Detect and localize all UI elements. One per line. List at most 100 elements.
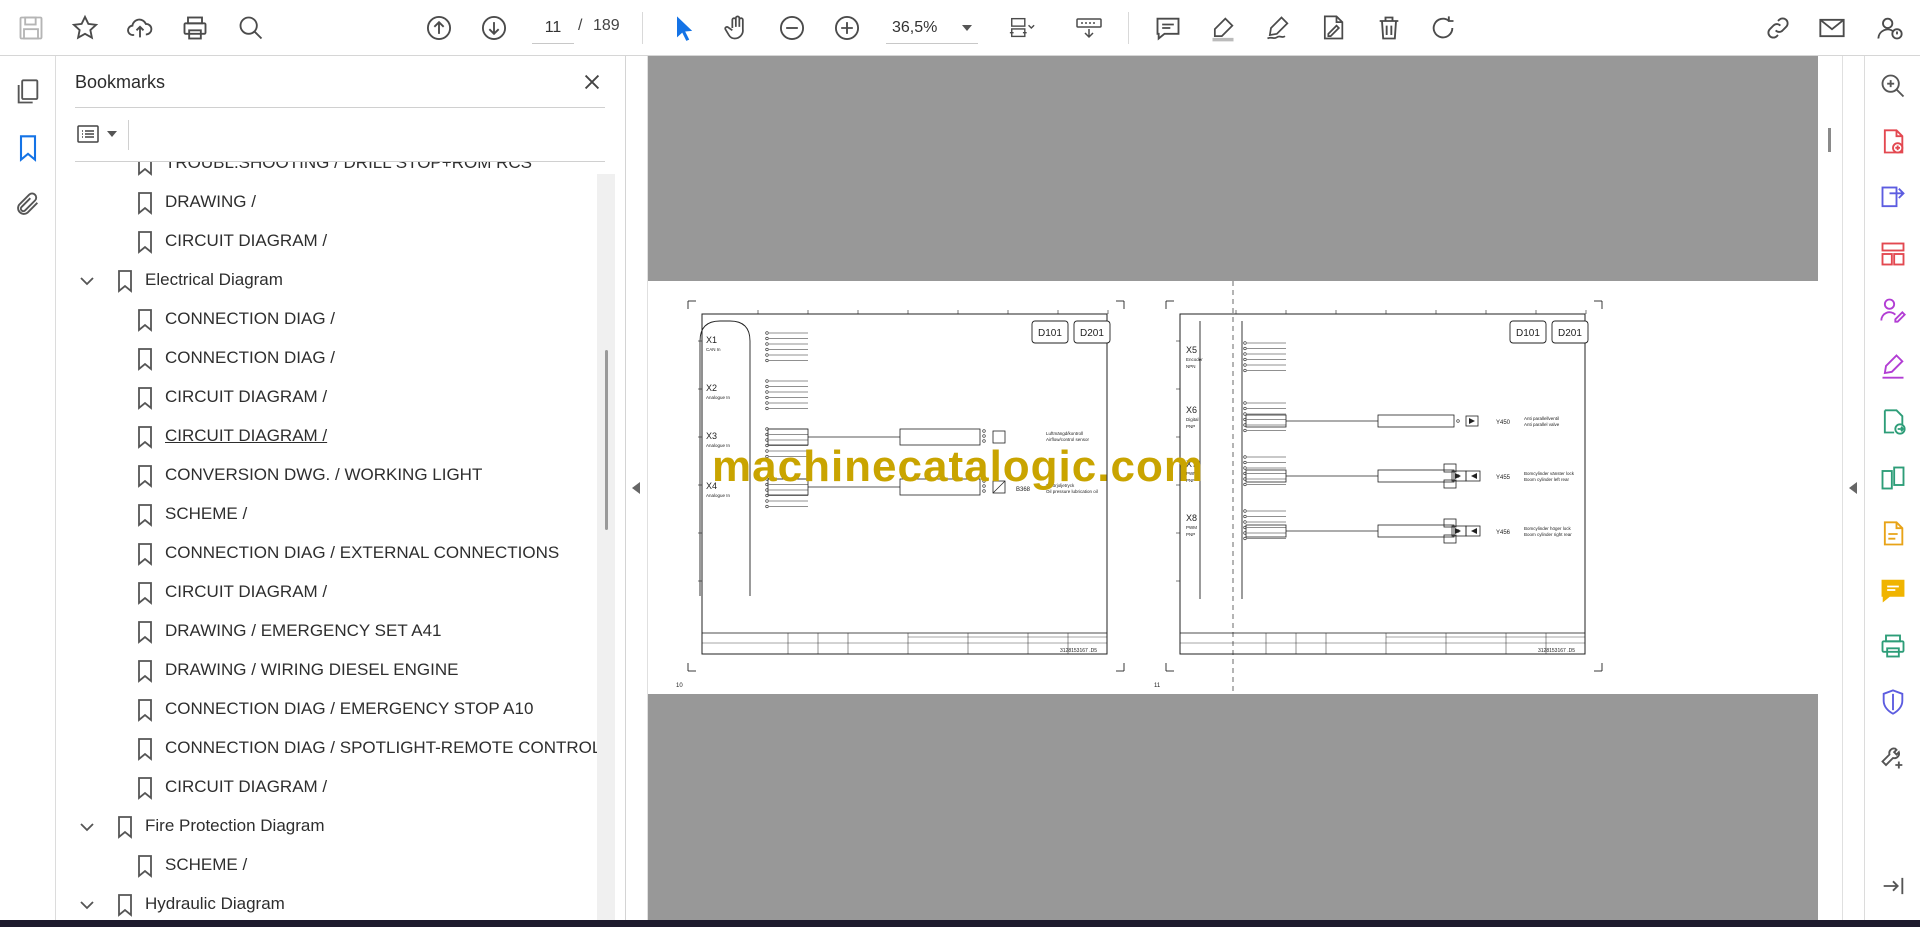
page-number: 11: [1154, 683, 1161, 689]
bookmark-group[interactable]: Electrical Diagram: [56, 261, 597, 300]
right-tools-rail: [1864, 56, 1920, 920]
connector-desc: Analogue In: [706, 493, 731, 498]
organize-pages-icon[interactable]: [1875, 236, 1911, 272]
bookmark-label: CIRCUIT DIAGRAM /: [165, 777, 328, 796]
chevron-left-icon: [632, 482, 640, 494]
pin: [1243, 482, 1247, 487]
bookmark-label: DRAWING /: [165, 192, 256, 211]
edit-pdf-icon[interactable]: [1313, 8, 1353, 48]
bookmarks-icon[interactable]: [8, 128, 48, 168]
previous-page-icon[interactable]: [419, 8, 459, 48]
chevron-down-icon[interactable]: [78, 272, 96, 290]
zoom-out-icon[interactable]: [772, 8, 812, 48]
top-toolbar: / 189 36,5%: [0, 0, 1920, 56]
page-number-input[interactable]: [532, 12, 574, 44]
connector-id: X5: [1186, 345, 1197, 355]
collapse-tools-icon[interactable]: [1875, 868, 1911, 904]
bookmark-label: SCHEME /: [165, 855, 248, 874]
print-icon[interactable]: [175, 8, 215, 48]
edit-document-icon[interactable]: [1875, 516, 1911, 552]
bookmark-item[interactable]: CONNECTION DIAG / EXTERNAL CONNECTIONS: [56, 534, 597, 573]
output-desc: Boom cylinder right rear: [1524, 532, 1572, 537]
scan-ocr-icon[interactable]: [1875, 628, 1911, 664]
zoom-level-dropdown[interactable]: 36,5%: [886, 12, 978, 44]
chevron-down-icon[interactable]: [78, 818, 96, 836]
bookmark-icon: [136, 162, 154, 176]
bookmark-item[interactable]: CIRCUIT DIAGRAM /: [56, 378, 597, 417]
export-pdf-icon[interactable]: [1875, 180, 1911, 216]
bookmark-item[interactable]: SCHEME /: [56, 495, 597, 534]
bookmark-options-menu[interactable]: [75, 118, 125, 150]
select-cursor-icon[interactable]: [664, 8, 704, 48]
bookmark-item[interactable]: DRAWING / WIRING DIESEL ENGINE: [56, 651, 597, 690]
more-tools-icon[interactable]: [1875, 740, 1911, 776]
protect-shield-icon[interactable]: [1875, 684, 1911, 720]
create-pdf-icon[interactable]: [1875, 124, 1911, 160]
document-viewport[interactable]: 3128153167 .D5 10 D101 D201 3128153167 .D5 11…: [648, 56, 1818, 920]
bookmark-item[interactable]: CONVERSION DWG. / WORKING LIGHT: [56, 456, 597, 495]
chevron-down-icon[interactable]: [78, 896, 96, 914]
comment-icon[interactable]: [1148, 8, 1188, 48]
valve-symbol: [1455, 528, 1461, 534]
fill-sign-icon[interactable]: [1875, 348, 1911, 384]
next-page-icon[interactable]: [474, 8, 514, 48]
drawing-number: 3128153167 .D5: [1538, 648, 1575, 654]
bookmark-item[interactable]: CONNECTION DIAG /: [56, 300, 597, 339]
zoom-in-icon[interactable]: [827, 8, 867, 48]
bookmark-item[interactable]: TROUBL.SHOOTING / DRILL STOP+ROM RCS: [56, 162, 597, 183]
pin: [1243, 368, 1247, 373]
delete-trash-icon[interactable]: [1369, 8, 1409, 48]
pin: [765, 499, 769, 503]
bookmark-group[interactable]: Fire Protection Diagram: [56, 807, 597, 846]
search-zoom-icon[interactable]: [231, 8, 271, 48]
bookmark-item[interactable]: CONNECTION DIAG / EMERGENCY STOP A10: [56, 690, 597, 729]
output-id: Y456: [1496, 530, 1511, 536]
bookmark-label: SCHEME /: [165, 504, 248, 523]
bookmark-item[interactable]: CONNECTION DIAG / SPOTLIGHT-REMOTE CONTR…: [56, 729, 597, 768]
send-for-review-icon[interactable]: [1875, 404, 1911, 440]
pin: [1456, 419, 1460, 423]
account-help-icon[interactable]: [1870, 8, 1910, 48]
close-icon[interactable]: [576, 66, 608, 98]
bookmark-item[interactable]: DRAWING /: [56, 183, 597, 222]
document-scrollbar-thumb[interactable]: [1828, 128, 1831, 152]
compare-files-icon[interactable]: [1875, 460, 1911, 496]
output-desc: Anti parallellventil: [1524, 416, 1559, 421]
bookmark-item[interactable]: SCHEME /: [56, 846, 597, 885]
valve-symbol: [1471, 528, 1477, 534]
bookmark-star-icon[interactable]: [65, 8, 105, 48]
attachments-paperclip-icon[interactable]: [8, 184, 48, 224]
connector-desc: CAN In: [706, 347, 721, 352]
bookmarks-scrollbar[interactable]: [597, 174, 615, 920]
upload-cloud-icon[interactable]: [120, 8, 160, 48]
pin: [1243, 466, 1247, 470]
scroll-mode-icon[interactable]: [1067, 8, 1111, 48]
comment-sticky-icon[interactable]: [1875, 572, 1911, 608]
bookmark-item[interactable]: CONNECTION DIAG /: [56, 339, 597, 378]
save-icon[interactable]: [11, 8, 51, 48]
page-thumbnails-icon[interactable]: [8, 72, 48, 112]
rotate-icon[interactable]: [1423, 8, 1463, 48]
bookmarks-scrollbar-thumb[interactable]: [605, 350, 608, 530]
panel-divider: [128, 120, 129, 150]
bookmark-item[interactable]: CIRCUIT DIAGRAM /: [56, 573, 597, 612]
bookmark-icon: [136, 620, 154, 644]
collapse-right-panel-button[interactable]: [1842, 56, 1864, 920]
share-link-icon[interactable]: [1758, 8, 1798, 48]
email-icon[interactable]: [1812, 8, 1852, 48]
bookmark-group[interactable]: Hydraulic Diagram: [56, 885, 597, 920]
page-fit-icon[interactable]: [997, 8, 1047, 48]
zoom-search-icon[interactable]: [1875, 68, 1911, 104]
draw-signature-icon[interactable]: [1258, 8, 1298, 48]
pin: [765, 504, 769, 509]
highlight-pen-icon[interactable]: [1203, 8, 1243, 48]
document-scrollbar[interactable]: [1818, 56, 1842, 920]
bookmark-item[interactable]: CIRCUIT DIAGRAM /: [56, 417, 597, 456]
bookmark-item[interactable]: CIRCUIT DIAGRAM /: [56, 222, 597, 261]
hand-tool-icon[interactable]: [717, 8, 757, 48]
bookmark-icon: [136, 503, 154, 527]
bookmark-item[interactable]: CIRCUIT DIAGRAM /: [56, 768, 597, 807]
request-signature-icon[interactable]: [1875, 292, 1911, 328]
collapse-left-panel-button[interactable]: [626, 56, 648, 920]
bookmark-item[interactable]: DRAWING / EMERGENCY SET A41: [56, 612, 597, 651]
